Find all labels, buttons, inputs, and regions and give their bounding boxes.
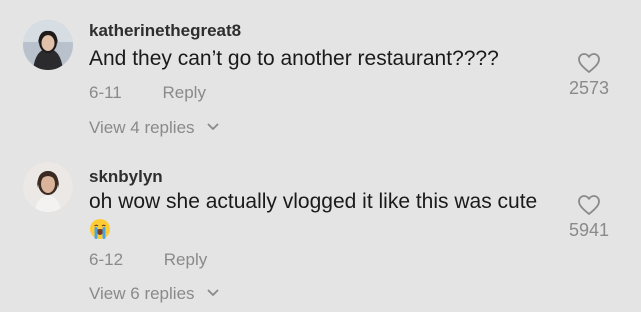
view-replies-button[interactable]: View 4 replies	[89, 118, 219, 138]
comment-meta: 6-11 Reply	[89, 83, 206, 103]
like-count: 5941	[568, 220, 610, 240]
chevron-down-icon	[207, 123, 219, 130]
comment-item: katherinethegreat8 And they can’t go to …	[0, 0, 641, 152]
reply-button[interactable]: Reply	[163, 83, 206, 102]
view-replies-label: View 4 replies	[89, 118, 195, 137]
loudly-crying-face-icon	[90, 219, 110, 239]
comment-date: 6-12	[89, 250, 124, 269]
like-button[interactable]: 2573	[559, 52, 619, 99]
avatar[interactable]	[23, 162, 73, 212]
comment-username[interactable]: sknbylyn	[89, 167, 163, 187]
avatar-image	[23, 162, 73, 212]
comment-date: 6-11	[89, 83, 122, 102]
avatar-image	[23, 20, 73, 70]
like-count: 2573	[568, 78, 610, 98]
comment-text: And they can’t go to another restaurant?…	[89, 47, 499, 70]
comment-meta: 6-12 Reply	[89, 250, 207, 270]
avatar[interactable]	[23, 20, 73, 70]
comment-username[interactable]: katherinethegreat8	[89, 21, 241, 41]
like-button[interactable]: 5941	[559, 194, 619, 241]
comment-item: sknbylyn oh wow she actually vlogged it …	[0, 152, 641, 312]
reply-button[interactable]: Reply	[164, 250, 207, 269]
chevron-down-icon	[207, 289, 219, 296]
view-replies-label: View 6 replies	[89, 284, 195, 303]
comment-text: oh wow she actually vlogged it like this…	[89, 190, 538, 213]
heart-icon	[578, 195, 600, 215]
heart-icon	[578, 53, 600, 73]
view-replies-button[interactable]: View 6 replies	[89, 284, 219, 304]
loudly-crying-face-emoji	[89, 218, 111, 240]
